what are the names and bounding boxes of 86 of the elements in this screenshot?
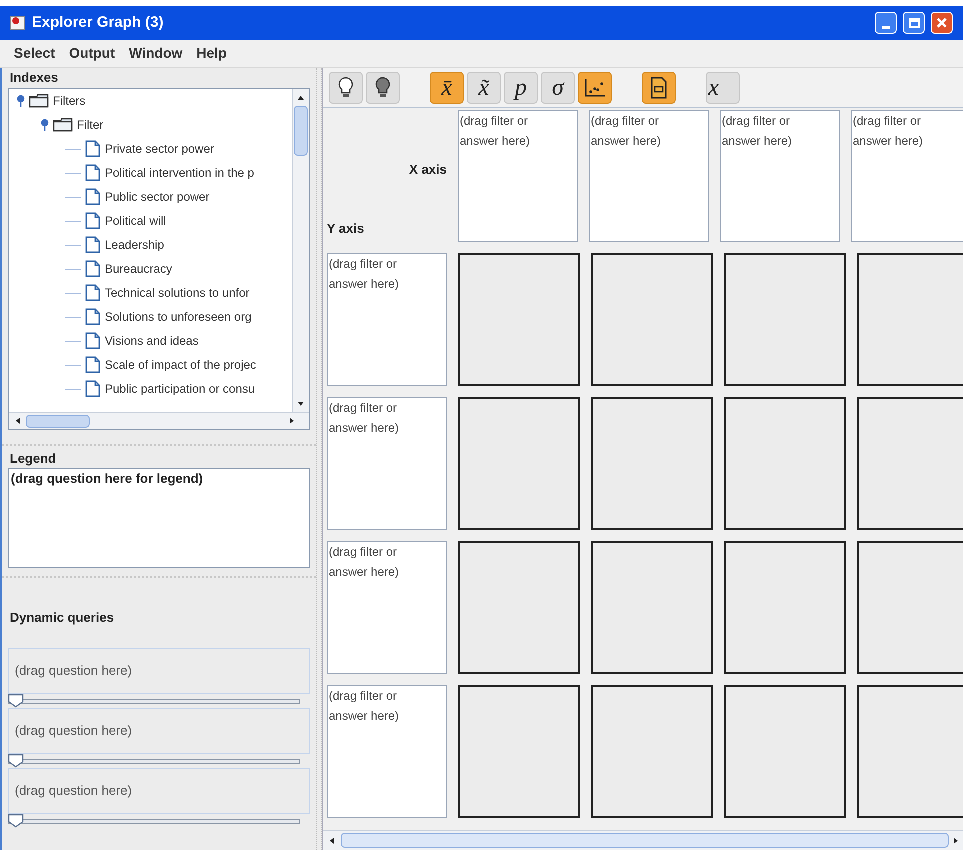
document-icon	[85, 236, 101, 254]
folder-icon	[29, 94, 49, 108]
close-icon	[936, 17, 948, 29]
tree-item[interactable]: Political intervention in the p	[105, 164, 254, 182]
arrow-icon[interactable]	[14, 417, 22, 425]
scroll-thumb[interactable]	[294, 106, 308, 156]
axis-label: X axis	[409, 161, 447, 179]
document-icon	[85, 212, 101, 230]
tree-item[interactable]: Filters	[53, 92, 86, 110]
close-button[interactable]	[931, 12, 953, 34]
drop-target[interactable]: (drag filter or answer here)	[720, 110, 840, 242]
tree-item[interactable]: Solutions to unforeseen org	[105, 308, 252, 326]
panel-header: Dynamic queries	[9, 609, 116, 627]
toolbar-button[interactable]: x̃	[467, 72, 501, 104]
window-title: Explorer Graph (3)	[32, 12, 164, 33]
document-icon	[85, 260, 101, 278]
query-drop-area[interactable]: (drag question here)	[8, 708, 310, 754]
vertical-scrollbar[interactable]	[292, 89, 309, 412]
toolbar-button[interactable]	[366, 72, 400, 104]
query-drop-area[interactable]: (drag question here)	[8, 648, 310, 694]
arrow-icon[interactable]	[288, 417, 296, 425]
horizontal-scrollbar[interactable]	[323, 830, 963, 850]
minimize-button[interactable]	[875, 12, 897, 34]
slider-thumb[interactable]	[8, 694, 24, 708]
tree-item[interactable]: Private sector power	[105, 140, 214, 158]
arrow-icon[interactable]	[297, 400, 305, 408]
tree-item[interactable]: Political will	[105, 212, 166, 230]
axis-label: Y axis	[327, 220, 366, 238]
document-icon	[85, 308, 101, 326]
document-icon	[85, 332, 101, 350]
document-icon	[85, 356, 101, 374]
light-bulb-icon	[375, 76, 391, 98]
toolbar-button[interactable]	[329, 72, 363, 104]
arrow-icon[interactable]	[328, 836, 336, 844]
document-icon	[85, 284, 101, 302]
drop-target[interactable]: (drag filter or answer here)	[327, 397, 447, 530]
panel-header: Legend	[9, 450, 58, 468]
tree-item[interactable]: Filter	[77, 116, 104, 134]
toolbar-button[interactable]	[642, 72, 676, 104]
drop-target[interactable]: (drag filter or answer here)	[458, 110, 578, 242]
horizontal-scrollbar[interactable]	[9, 412, 309, 429]
slider[interactable]	[8, 814, 300, 828]
menu-item[interactable]: Select	[14, 43, 56, 64]
slider[interactable]	[8, 754, 300, 768]
tree-item[interactable]: Public sector power	[105, 188, 210, 206]
toolbar-button[interactable]	[578, 72, 612, 104]
query-drop-area[interactable]: (drag question here)	[8, 768, 310, 814]
panel-header: Indexes	[9, 69, 60, 87]
light-bulb-icon	[338, 76, 354, 98]
tree-item[interactable]: Public participation or consu	[105, 380, 256, 398]
drop-target[interactable]: (drag filter or answer here)	[327, 541, 447, 674]
toolbar-button[interactable]: x̄	[430, 72, 464, 104]
menu-item[interactable]: Output	[69, 43, 116, 64]
document-icon	[85, 164, 101, 182]
drop-target[interactable]: (drag filter or answer here)	[589, 110, 709, 242]
tree-item[interactable]: Bureaucracy	[105, 260, 172, 278]
tree-item[interactable]: Scale of impact of the projec	[105, 356, 256, 374]
slider-thumb[interactable]	[8, 814, 24, 828]
drop-target[interactable]: (drag filter or answer here)	[327, 253, 447, 386]
toolbar-button[interactable]: σ	[541, 72, 575, 104]
document-icon	[85, 380, 101, 398]
document-icon	[85, 188, 101, 206]
tree-item[interactable]: Technical solutions to unfor	[105, 284, 250, 302]
arrow-icon[interactable]	[952, 836, 960, 844]
arrow-icon[interactable]	[297, 94, 305, 102]
expanded-handle-icon[interactable]	[17, 95, 25, 107]
maximize-button[interactable]	[903, 12, 925, 34]
scroll-thumb[interactable]	[26, 414, 90, 428]
app-icon	[10, 15, 26, 31]
menu-item[interactable]: Help	[196, 43, 227, 64]
slider-thumb[interactable]	[8, 754, 24, 768]
slider[interactable]	[8, 694, 300, 708]
folder-icon	[53, 118, 73, 132]
document-icon	[650, 76, 668, 98]
legend-drop-area[interactable]: (drag question here for legend)	[8, 468, 310, 568]
scroll-thumb[interactable]	[341, 833, 949, 848]
document-icon	[85, 140, 101, 158]
toolbar-button[interactable]: x⃗	[706, 72, 740, 104]
toolbar-button[interactable]: p	[504, 72, 538, 104]
expanded-handle-icon[interactable]	[41, 119, 49, 131]
tree-item[interactable]: Visions and ideas	[105, 332, 199, 350]
tree-item[interactable]: Leadership	[105, 236, 164, 254]
drop-target[interactable]: (drag filter or answer here)	[851, 110, 963, 242]
menu-item[interactable]: Window	[129, 43, 183, 64]
drop-target[interactable]: (drag filter or answer here)	[327, 685, 447, 818]
scatter-plot-icon	[584, 78, 606, 98]
